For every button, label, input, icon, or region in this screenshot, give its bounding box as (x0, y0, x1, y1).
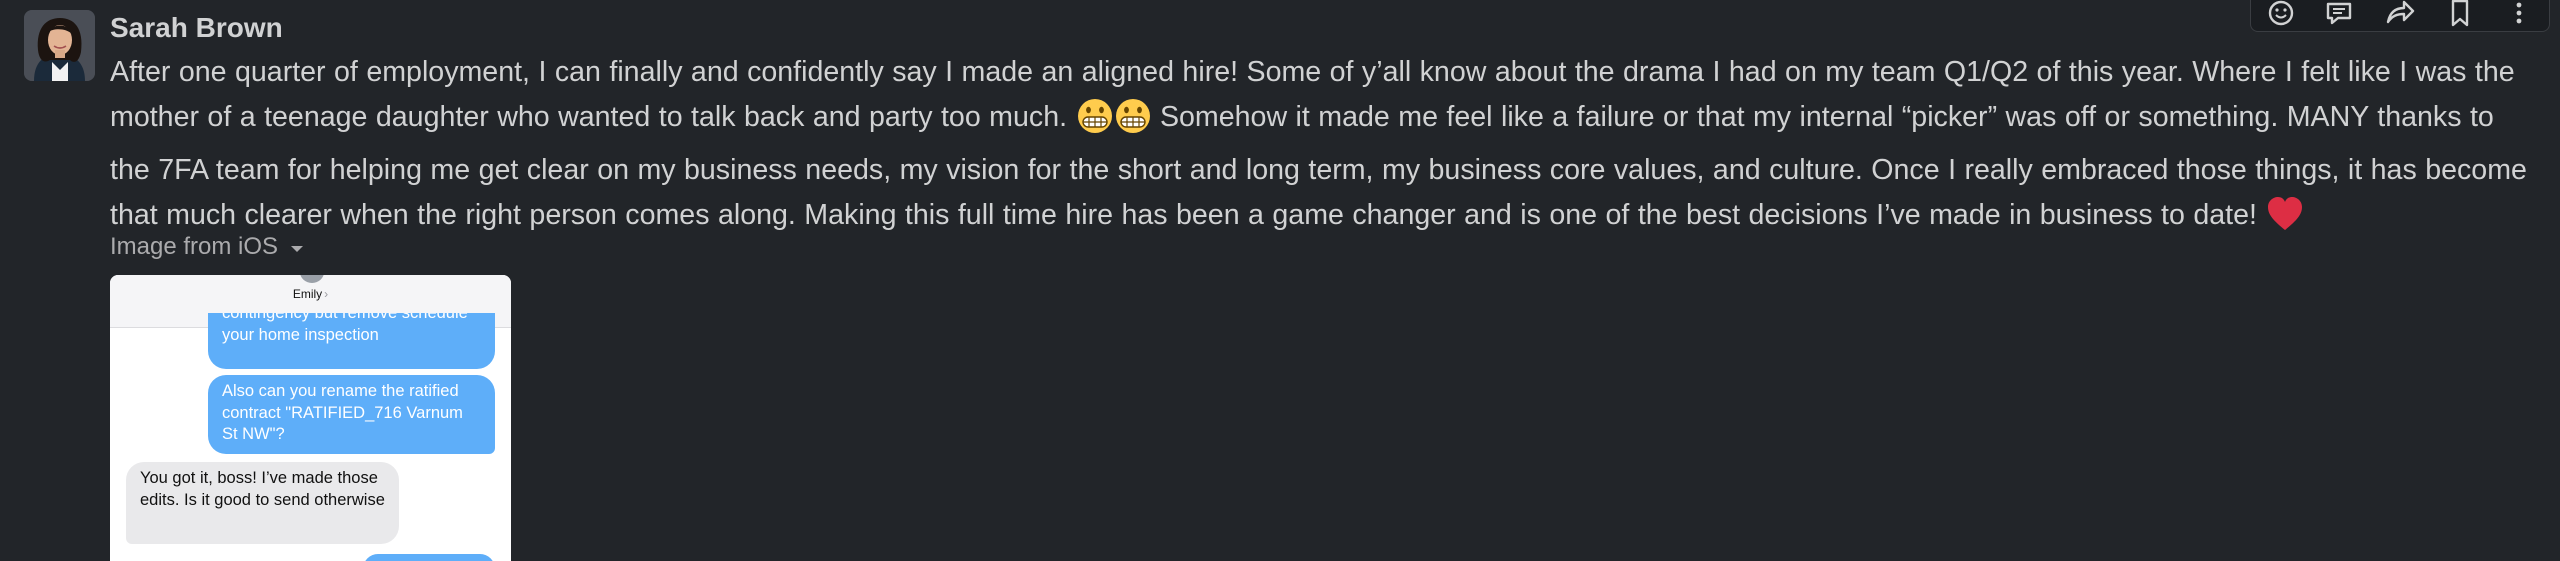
message-actions-toolbar (2250, 0, 2550, 32)
image-attachment-thumbnail[interactable]: Emily › contingency but remove schedule y… (110, 275, 511, 561)
attachment-title-toggle[interactable]: Image from iOS (110, 231, 304, 263)
imessage-bubble-outgoing: contingency but remove schedule your hom… (208, 313, 495, 369)
imessage-contact-name: Emily (292, 287, 323, 301)
imessage-bubble-text: contingency but remove schedule your hom… (222, 313, 468, 344)
message-container: Sarah Brown After one quarter of employm… (0, 0, 2560, 561)
red-heart-emoji-icon (2266, 196, 2304, 246)
contact-avatar-icon (300, 275, 324, 283)
caret-down-icon (290, 231, 304, 263)
imessage-bubble-incoming: You got it, boss! I’ve made those edits.… (126, 462, 399, 544)
message-author-name[interactable]: Sarah Brown (110, 10, 283, 46)
reply-in-thread-icon[interactable] (2320, 0, 2360, 29)
imessage-contact-label: Emily › (110, 287, 511, 301)
share-icon[interactable] (2380, 0, 2420, 29)
more-actions-icon[interactable] (2499, 0, 2539, 29)
emoji-reaction-icon[interactable] (2261, 0, 2301, 29)
grimacing-face-emoji-icon (1115, 98, 1151, 148)
attachment-title: Image from iOS (110, 233, 279, 260)
imessage-bubble-outgoing: Also can you rename the ratified contrac… (208, 375, 495, 454)
avatar[interactable] (24, 10, 95, 81)
bookmark-icon[interactable] (2440, 0, 2480, 29)
imessage-contact-chevron: › (324, 287, 329, 301)
message-body: After one quarter of employment, I can f… (110, 50, 2540, 246)
imessage-bubble-outgoing (363, 554, 495, 561)
profile-photo-icon (24, 10, 95, 81)
grimacing-face-emoji-icon (1077, 98, 1113, 148)
